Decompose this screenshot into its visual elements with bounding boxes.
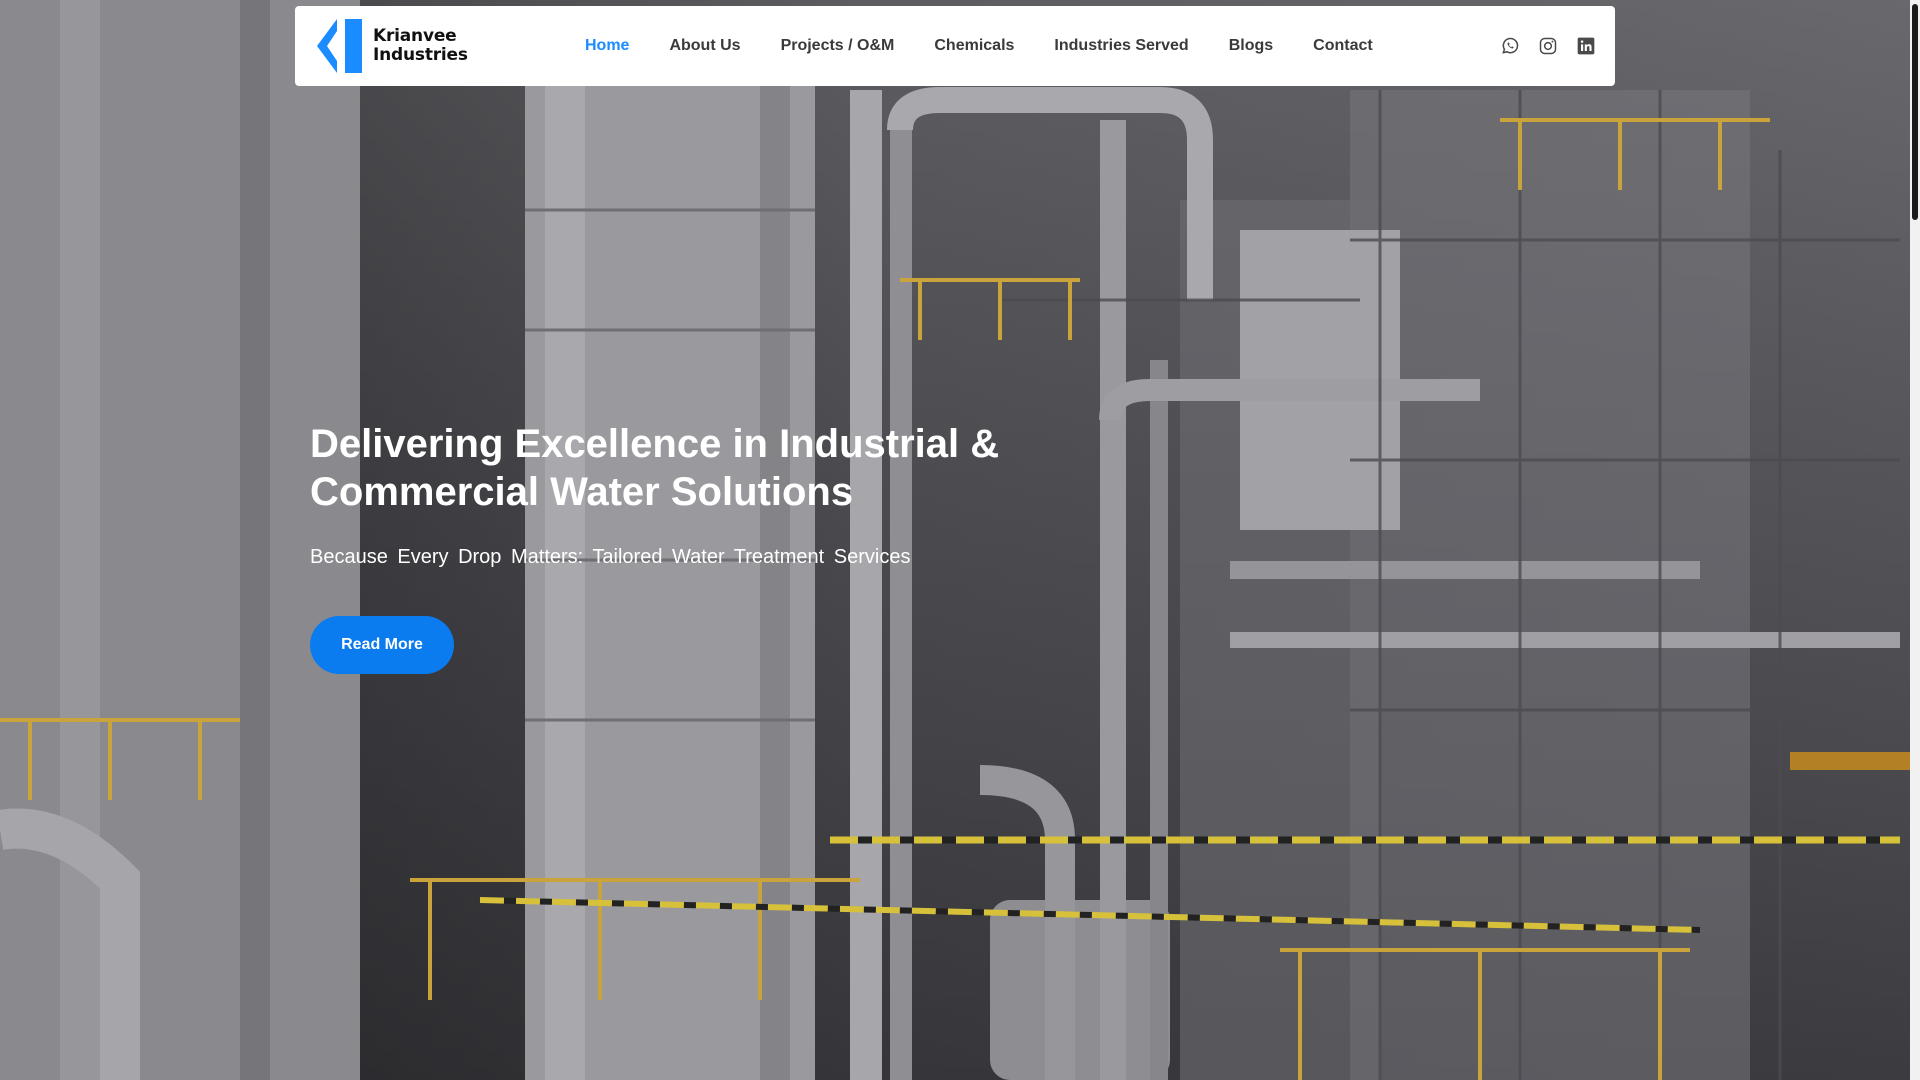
brand-name: Krianvee Industries [373, 27, 468, 65]
brand-logo[interactable]: Krianvee Industries [313, 16, 513, 76]
scrollbar-thumb[interactable] [1912, 4, 1918, 220]
nav-item-chemicals[interactable]: Chemicals [914, 29, 1034, 63]
nav-item-projects-om[interactable]: Projects / O&M [761, 29, 915, 63]
nav-item-contact[interactable]: Contact [1293, 29, 1393, 63]
brand-logo-icon [317, 19, 362, 73]
nav-item-about-us[interactable]: About Us [649, 29, 760, 63]
hero-title: Delivering Excellence in Industrial & Co… [310, 422, 1000, 514]
brand-name-line1: Krianvee [373, 26, 457, 46]
instagram-icon[interactable] [1537, 35, 1559, 57]
brand-name-line2: Industries [373, 45, 468, 65]
hero-subtitle: Because Every Drop Matters: Tailored Wat… [310, 546, 911, 568]
nav-item-blogs[interactable]: Blogs [1209, 29, 1293, 63]
whatsapp-icon[interactable] [1499, 35, 1521, 57]
page-scrollbar[interactable] [1910, 0, 1920, 1080]
main-navigation: Home About Us Projects / O&M Chemicals I… [565, 29, 1393, 63]
site-header: Krianvee Industries Home About Us Projec… [295, 6, 1615, 86]
nav-item-home[interactable]: Home [565, 29, 649, 63]
linkedin-icon[interactable] [1575, 35, 1597, 57]
social-links [1499, 35, 1597, 57]
hero-section: Delivering Excellence in Industrial & Co… [310, 420, 1070, 674]
nav-item-industries-served[interactable]: Industries Served [1034, 29, 1208, 63]
read-more-button[interactable]: Read More [310, 616, 454, 674]
